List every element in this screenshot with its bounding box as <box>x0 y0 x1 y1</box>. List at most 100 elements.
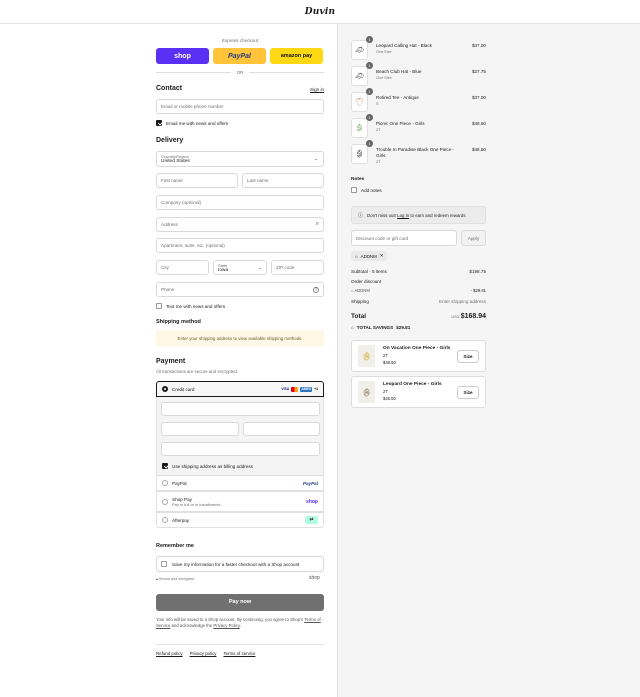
card-brands: VISA AMEX +4 <box>281 386 318 392</box>
afterpay-option[interactable]: Afterpay ⇄ <box>156 512 324 528</box>
more-cards-badge: +4 <box>314 386 318 391</box>
order-discount-row: Order discount <box>351 279 382 284</box>
discount-code-row: ⌂ ADDNM - $29.81 <box>351 288 486 293</box>
checkbox-checked-icon[interactable] <box>156 120 162 126</box>
radio-icon[interactable] <box>162 480 168 486</box>
billing-same-checkbox[interactable]: Use shipping address as billing address <box>162 463 253 469</box>
pay-now-button[interactable]: Pay now <box>156 594 324 611</box>
radio-icon[interactable] <box>162 517 168 523</box>
sign-in-link[interactable]: Sign in <box>310 87 324 92</box>
upsell-card: 👙︎ Leopard One Piece - Girls 2T $48.50 S… <box>351 376 486 408</box>
privacy-policy-footer-link[interactable]: Privacy policy <box>190 651 217 656</box>
apply-button[interactable]: Apply <box>461 230 486 246</box>
rewards-banner: ⓘ Don't miss out! Log in to earn and red… <box>351 206 486 224</box>
footer-divider <box>156 644 324 645</box>
first-name-field[interactable]: First name <box>156 173 238 188</box>
chevron-down-icon: ⌄ <box>257 265 262 271</box>
name-on-card-field[interactable] <box>161 442 320 456</box>
zip-field[interactable]: ZIP code <box>271 260 324 275</box>
or-divider: OR <box>156 70 325 75</box>
radio-icon[interactable] <box>162 498 168 505</box>
shipping-row: Shipping Enter shipping address <box>351 299 486 304</box>
shop-pay-logo: shop <box>306 498 318 505</box>
amex-icon: AMEX <box>300 386 313 392</box>
swimsuit-icon: 👙︎ <box>351 144 368 164</box>
cart-item: 🧢︎ 1 Beach Club Hat - Blue One Size $27.7… <box>351 62 486 86</box>
size-button[interactable]: Size <box>457 386 479 399</box>
afterpay-icon: ⇄ <box>305 516 318 524</box>
paypal-option[interactable]: PayPal PayPal <box>156 475 324 491</box>
footer-links: Refund policy Privacy policy Terms of se… <box>156 651 255 656</box>
radio-selected-icon[interactable] <box>162 386 168 392</box>
discount-tag: ⌂ ADDNM ✕ <box>351 251 388 261</box>
log-in-link[interactable]: Log in <box>397 213 409 218</box>
swimsuit-icon: 👙︎ <box>358 381 375 403</box>
amazon-pay-express-button[interactable]: amazon pay <box>270 48 323 64</box>
legal-text: Your info will be saved to a Shop accoun… <box>156 617 321 628</box>
shipping-method-heading: Shipping method <box>156 319 201 325</box>
delivery-heading: Delivery <box>156 137 184 144</box>
last-name-field[interactable]: Last name <box>242 173 324 188</box>
paypal-express-button[interactable]: PayPal <box>213 48 266 64</box>
tee-icon: 👕︎ <box>351 92 368 112</box>
secure-note: 🔒︎ Secure and encrypted <box>156 577 195 581</box>
checkout-form: Express checkout shop PayPal amazon pay … <box>0 24 337 697</box>
quantity-badge: 1 <box>366 36 373 43</box>
newsletter-checkbox[interactable]: Email me with news and offers <box>156 120 228 126</box>
header: Duvin <box>0 0 640 24</box>
lock-icon: 🔒︎ <box>156 577 158 581</box>
size-button[interactable]: Size <box>457 350 479 363</box>
remove-discount-icon[interactable]: ✕ <box>380 253 384 259</box>
apartment-field[interactable]: Apartment, suite, etc. (optional) <box>156 238 324 253</box>
express-checkout-label: Express checkout <box>221 38 259 43</box>
security-code-field[interactable] <box>243 422 320 436</box>
text-me-checkbox[interactable]: Text me with news and offers <box>156 303 225 309</box>
shop-pay-option[interactable]: Shop Pay Pay in full or in installments s… <box>156 491 324 512</box>
subtotal-row: Subtotal · 5 items $198.75 <box>351 269 486 274</box>
card-fields-panel: Use shipping address as billing address <box>156 397 324 475</box>
shop-logo: shop <box>174 52 191 60</box>
email-field[interactable]: Email or mobile phone number <box>156 99 324 114</box>
contact-heading: Contact <box>156 85 183 92</box>
city-field[interactable]: City <box>156 260 209 275</box>
expiration-field[interactable] <box>161 422 239 436</box>
card-number-field[interactable] <box>161 402 320 416</box>
notes-heading: Notes <box>351 177 365 182</box>
shop-logo-small: shop <box>309 575 320 581</box>
checkbox-icon[interactable] <box>351 187 357 193</box>
add-notes-checkbox[interactable]: Add notes <box>351 187 382 193</box>
save-info-checkbox[interactable]: Save my information for a faster checkou… <box>156 556 324 572</box>
order-summary: 🧢︎ 1 Leopard Calling Hat - Black One Size… <box>337 24 640 697</box>
privacy-policy-link[interactable]: Privacy Policy <box>213 623 239 628</box>
search-icon: ⌕ <box>315 221 319 227</box>
upsell-card: 👙︎ On Vacation One Piece - Girls 2T $48.… <box>351 340 486 372</box>
hat-icon: 🧢︎ <box>351 40 368 60</box>
brand-logo[interactable]: Duvin <box>305 7 336 17</box>
remember-me-heading: Remember me <box>156 543 194 549</box>
cart-item: 👕︎ 1 Retired Tee - Antique S $37.00 <box>351 88 486 112</box>
help-icon[interactable]: ? <box>313 286 319 293</box>
checkbox-icon[interactable] <box>161 561 167 567</box>
refund-policy-link[interactable]: Refund policy <box>156 651 183 656</box>
phone-field[interactable]: Phone? <box>156 282 324 297</box>
checkbox-icon[interactable] <box>156 303 162 309</box>
country-select[interactable]: Country/Region United States ⌄ <box>156 151 324 167</box>
amazon-pay-logo: amazon pay <box>280 53 313 59</box>
company-field[interactable]: Company (optional) <box>156 195 324 210</box>
visa-icon: VISA <box>281 386 290 391</box>
terms-of-service-footer-link[interactable]: Terms of service <box>223 651 255 656</box>
payment-subtitle: All transactions are secure and encrypte… <box>156 369 239 374</box>
checkbox-checked-icon[interactable] <box>162 463 168 469</box>
swimsuit-icon: 👙︎ <box>358 345 375 367</box>
state-select[interactable]: State Iowa ⌄ <box>213 260 267 275</box>
cart-item: 👙︎ 1 Trouble In Paradise Black One Piece… <box>351 140 486 168</box>
quantity-badge: 1 <box>366 62 373 69</box>
credit-card-option[interactable]: Credit card VISA AMEX +4 <box>156 381 324 397</box>
shop-pay-express-button[interactable]: shop <box>156 48 209 64</box>
paypal-logo: PayPal <box>228 52 251 60</box>
chevron-down-icon: ⌄ <box>313 156 318 162</box>
discount-code-field[interactable]: Discount code or gift card <box>351 230 457 246</box>
address-field[interactable]: Address ⌕ <box>156 217 324 232</box>
paypal-logo: PayPal <box>302 480 318 486</box>
swimsuit-icon: 👙︎ <box>351 118 368 138</box>
